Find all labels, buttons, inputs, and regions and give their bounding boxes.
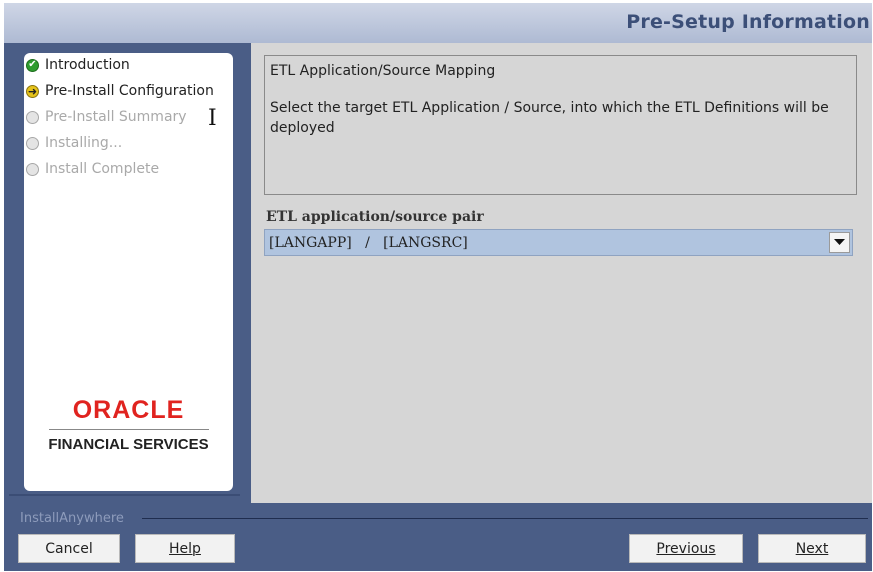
previous-button[interactable]: Previous: [629, 534, 743, 563]
footer-divider: [142, 518, 868, 519]
arrow-right-icon: ➜: [26, 84, 39, 98]
circle-icon: [26, 162, 39, 176]
content-panel: ETL Application/Source Mapping Select th…: [251, 43, 872, 503]
circle-icon: [26, 110, 39, 124]
oracle-logo: ORACLE FINANCIAL SERVICES: [24, 396, 233, 453]
step-label: Installing...: [45, 135, 123, 151]
step-introduction: ✔ Introduction: [26, 54, 130, 76]
step-installing: Installing...: [26, 132, 122, 154]
installer-brand-label: InstallAnywhere: [20, 511, 124, 526]
installer-window: Pre-Setup Information ✔ Introduction ➜ P…: [4, 3, 872, 571]
help-label: Help: [169, 540, 201, 557]
help-button[interactable]: Help: [135, 534, 235, 563]
sidebar-divider: [9, 494, 240, 496]
logo-divider: [48, 429, 209, 430]
title-bar: Pre-Setup Information: [4, 3, 872, 43]
dropdown-selected-value: [LANGAPP] / [LANGSRC]: [269, 234, 468, 251]
step-label: Pre-Install Summary: [45, 109, 187, 125]
logo-subtitle: FINANCIAL SERVICES: [48, 436, 209, 453]
chevron-down-icon: [834, 239, 845, 245]
step-install-complete: Install Complete: [26, 158, 159, 180]
dropdown-toggle[interactable]: [829, 232, 850, 253]
circle-icon: [26, 136, 39, 150]
step-label: Install Complete: [45, 161, 160, 177]
text-cursor-icon: I: [208, 106, 217, 131]
info-box: ETL Application/Source Mapping Select th…: [264, 55, 857, 195]
step-label: Introduction: [45, 57, 130, 73]
step-label: Pre-Install Configuration: [45, 83, 214, 99]
logo-text: ORACLE: [72, 396, 185, 424]
cancel-button[interactable]: Cancel: [18, 534, 120, 563]
etl-pair-dropdown[interactable]: [LANGAPP] / [LANGSRC]: [264, 229, 853, 256]
step-pre-install-configuration: ➜ Pre-Install Configuration: [26, 80, 214, 102]
next-button[interactable]: Next: [758, 534, 866, 563]
step-sidebar: ✔ Introduction ➜ Pre-Install Configurati…: [24, 53, 233, 491]
next-label: Next: [795, 540, 829, 557]
etl-pair-label: ETL application/source pair: [266, 209, 484, 225]
info-title: ETL Application/Source Mapping: [270, 63, 496, 79]
previous-label: Previous: [656, 540, 716, 557]
cancel-label: Cancel: [45, 540, 93, 557]
check-icon: ✔: [26, 58, 39, 72]
step-pre-install-summary: Pre-Install Summary: [26, 106, 187, 128]
page-title: Pre-Setup Information: [626, 11, 870, 33]
info-description: Select the target ETL Application / Sour…: [270, 100, 829, 136]
